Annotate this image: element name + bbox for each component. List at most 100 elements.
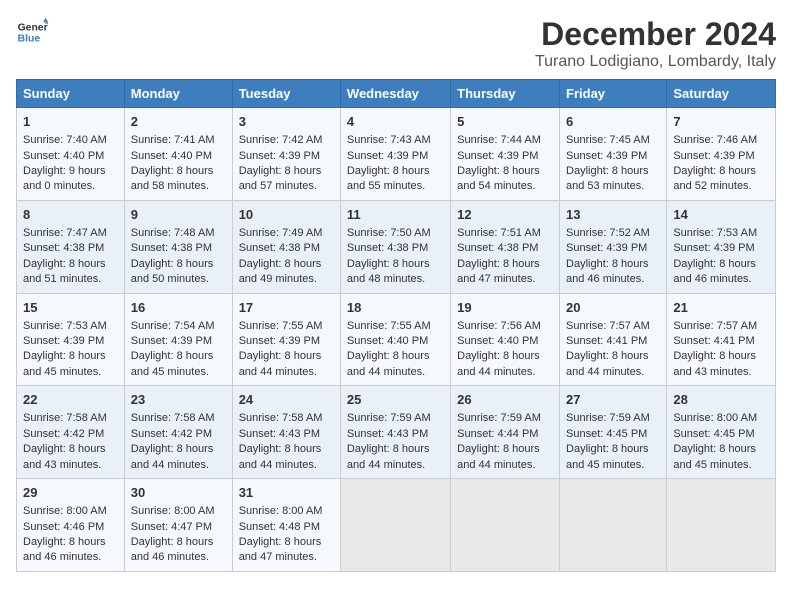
sunset-text: Sunset: 4:40 PM (457, 335, 538, 347)
sunrise-text: Sunrise: 7:50 AM (347, 227, 431, 239)
daylight-text: Daylight: 8 hours and 44 minutes. (457, 350, 540, 377)
calendar-cell: 27Sunrise: 7:59 AMSunset: 4:45 PMDayligh… (560, 386, 667, 479)
page-header: General Blue December 2024 Turano Lodigi… (16, 16, 776, 71)
daylight-text: Daylight: 8 hours and 45 minutes. (131, 350, 214, 377)
calendar-cell: 6Sunrise: 7:45 AMSunset: 4:39 PMDaylight… (560, 108, 667, 201)
sunrise-text: Sunrise: 7:58 AM (239, 412, 323, 424)
day-number: 30 (131, 484, 226, 502)
day-number: 18 (347, 299, 444, 317)
day-number: 22 (23, 391, 118, 409)
sunset-text: Sunset: 4:42 PM (131, 428, 212, 440)
sunset-text: Sunset: 4:41 PM (566, 335, 647, 347)
calendar-cell: 25Sunrise: 7:59 AMSunset: 4:43 PMDayligh… (340, 386, 450, 479)
daylight-text: Daylight: 8 hours and 47 minutes. (457, 258, 540, 285)
day-number: 27 (566, 391, 660, 409)
sunrise-text: Sunrise: 7:58 AM (23, 412, 107, 424)
day-number: 7 (673, 113, 769, 131)
daylight-text: Daylight: 8 hours and 45 minutes. (566, 443, 649, 470)
sunset-text: Sunset: 4:39 PM (673, 242, 754, 254)
calendar-cell: 31Sunrise: 8:00 AMSunset: 4:48 PMDayligh… (232, 479, 340, 572)
sunrise-text: Sunrise: 7:57 AM (566, 320, 650, 332)
sunset-text: Sunset: 4:40 PM (131, 150, 212, 162)
day-number: 21 (673, 299, 769, 317)
sunset-text: Sunset: 4:38 PM (131, 242, 212, 254)
sunset-text: Sunset: 4:43 PM (347, 428, 428, 440)
day-number: 29 (23, 484, 118, 502)
daylight-text: Daylight: 8 hours and 46 minutes. (673, 258, 756, 285)
calendar-week-row: 1Sunrise: 7:40 AMSunset: 4:40 PMDaylight… (17, 108, 776, 201)
daylight-text: Daylight: 8 hours and 52 minutes. (673, 165, 756, 192)
sunset-text: Sunset: 4:39 PM (23, 335, 104, 347)
daylight-text: Daylight: 8 hours and 44 minutes. (347, 350, 430, 377)
sunset-text: Sunset: 4:44 PM (457, 428, 538, 440)
sunrise-text: Sunrise: 7:43 AM (347, 134, 431, 146)
day-number: 9 (131, 206, 226, 224)
day-number: 26 (457, 391, 553, 409)
daylight-text: Daylight: 8 hours and 53 minutes. (566, 165, 649, 192)
sunset-text: Sunset: 4:40 PM (347, 335, 428, 347)
sunrise-text: Sunrise: 7:57 AM (673, 320, 757, 332)
daylight-text: Daylight: 8 hours and 46 minutes. (23, 536, 106, 563)
day-number: 28 (673, 391, 769, 409)
calendar-table: SundayMondayTuesdayWednesdayThursdayFrid… (16, 79, 776, 572)
calendar-cell: 7Sunrise: 7:46 AMSunset: 4:39 PMDaylight… (667, 108, 776, 201)
day-number: 8 (23, 206, 118, 224)
daylight-text: Daylight: 8 hours and 44 minutes. (239, 350, 322, 377)
sunset-text: Sunset: 4:38 PM (347, 242, 428, 254)
day-number: 12 (457, 206, 553, 224)
svg-text:Blue: Blue (18, 34, 41, 45)
day-number: 2 (131, 113, 226, 131)
sunrise-text: Sunrise: 7:55 AM (239, 320, 323, 332)
sunrise-text: Sunrise: 8:00 AM (673, 412, 757, 424)
day-number: 20 (566, 299, 660, 317)
sunrise-text: Sunrise: 7:40 AM (23, 134, 107, 146)
calendar-cell: 28 Sunrise: 8:00 AM Sunset: 4:45 PM Dayligh… (667, 386, 776, 479)
sunrise-text: Sunrise: 8:00 AM (239, 505, 323, 517)
calendar-cell: 3Sunrise: 7:42 AMSunset: 4:39 PMDaylight… (232, 108, 340, 201)
sunset-text: Sunset: 4:39 PM (239, 335, 320, 347)
daylight-text: Daylight: 8 hours and 48 minutes. (347, 258, 430, 285)
sunset-text: Sunset: 4:39 PM (457, 150, 538, 162)
calendar-cell: 16Sunrise: 7:54 AMSunset: 4:39 PMDayligh… (124, 293, 232, 386)
daylight-text: Daylight: 8 hours and 46 minutes. (131, 536, 214, 563)
calendar-cell: 4Sunrise: 7:43 AMSunset: 4:39 PMDaylight… (340, 108, 450, 201)
calendar-cell: 8 Sunrise: 7:47 AM Sunset: 4:38 PM Daylight… (17, 200, 125, 293)
day-number: 15 (23, 299, 118, 317)
sunrise-text: Sunrise: 7:51 AM (457, 227, 541, 239)
days-header-row: SundayMondayTuesdayWednesdayThursdayFrid… (17, 80, 776, 108)
calendar-cell (560, 479, 667, 572)
daylight-text: Daylight: 8 hours and 43 minutes. (673, 350, 756, 377)
sunset-text: Sunset: 4:38 PM (23, 242, 104, 254)
sunset-text: Sunset: 4:41 PM (673, 335, 754, 347)
day-number: 14 (673, 206, 769, 224)
sunset-text: Sunset: 4:47 PM (131, 521, 212, 533)
calendar-cell: 19Sunrise: 7:56 AMSunset: 4:40 PMDayligh… (451, 293, 560, 386)
daylight-text: Daylight: 8 hours and 55 minutes. (347, 165, 430, 192)
daylight-text: Daylight: 8 hours and 45 minutes. (673, 443, 756, 470)
sunset-text: Sunset: 4:39 PM (131, 335, 212, 347)
sunset-text: Sunset: 4:39 PM (239, 150, 320, 162)
day-number: 5 (457, 113, 553, 131)
calendar-cell: 17Sunrise: 7:55 AMSunset: 4:39 PMDayligh… (232, 293, 340, 386)
sunset-text: Sunset: 4:48 PM (239, 521, 320, 533)
day-header-monday: Monday (124, 80, 232, 108)
daylight-text: Daylight: 8 hours and 44 minutes. (347, 443, 430, 470)
logo-icon: General Blue (16, 16, 48, 48)
daylight-text: Daylight: 8 hours and 50 minutes. (131, 258, 214, 285)
day-number: 25 (347, 391, 444, 409)
day-header-saturday: Saturday (667, 80, 776, 108)
sunset-text: Sunset: 4:45 PM (566, 428, 647, 440)
daylight-text: Daylight: 8 hours and 43 minutes. (23, 443, 106, 470)
day-number: 6 (566, 113, 660, 131)
sunrise-text: Sunrise: 7:44 AM (457, 134, 541, 146)
sunset-text: Sunset: 4:38 PM (239, 242, 320, 254)
svg-text:General: General (18, 22, 48, 33)
sunset-text: Sunset: 4:39 PM (673, 150, 754, 162)
day-header-sunday: Sunday (17, 80, 125, 108)
sunrise-text: Sunrise: 7:47 AM (23, 227, 107, 239)
sunset-text: Sunset: 4:39 PM (347, 150, 428, 162)
daylight-text: Daylight: 8 hours and 51 minutes. (23, 258, 106, 285)
sunrise-text: Sunrise: 7:49 AM (239, 227, 323, 239)
sunset-text: Sunset: 4:45 PM (673, 428, 754, 440)
calendar-cell: 29Sunrise: 8:00 AMSunset: 4:46 PMDayligh… (17, 479, 125, 572)
